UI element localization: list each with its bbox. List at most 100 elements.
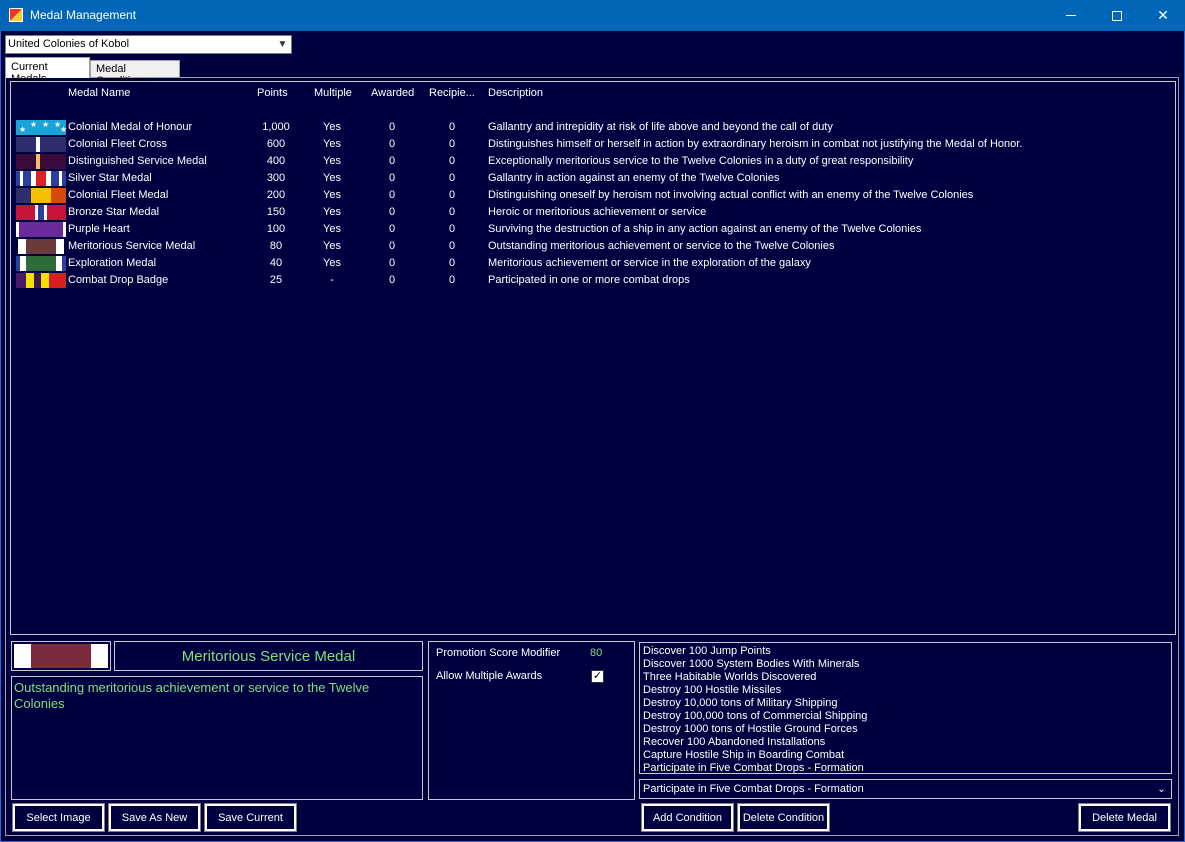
save-current-button[interactable]: Save Current — [204, 803, 297, 832]
minimize-button[interactable] — [1048, 0, 1094, 31]
close-button[interactable]: ✕ — [1140, 0, 1185, 31]
multiple-cell: Yes — [323, 155, 341, 167]
medal-name-cell: Meritorious Service Medal — [68, 240, 196, 252]
list-item[interactable]: Participate in Five Combat Drops - Forma… — [643, 762, 1168, 775]
multiple-cell: Yes — [323, 189, 341, 201]
chevron-down-icon[interactable]: ⌄ — [1154, 782, 1169, 797]
table-row[interactable]: Bronze Star Medal 150 Yes 0 0 Heroic or … — [11, 204, 1175, 221]
allow-multiple-checkbox[interactable]: ✓ — [591, 670, 604, 683]
list-item[interactable]: Discover 1000 System Bodies With Mineral… — [643, 658, 1168, 671]
selected-medal-name[interactable]: Meritorious Service Medal — [114, 641, 423, 671]
medal-name-cell: Silver Star Medal — [68, 172, 152, 184]
conditions-list[interactable]: Discover 100 Jump Points Discover 1000 S… — [639, 642, 1172, 774]
medal-ribbon — [16, 239, 66, 254]
condition-select-value: Participate in Five Combat Drops - Forma… — [643, 783, 864, 795]
list-item[interactable]: Destroy 100,000 tons of Commercial Shipp… — [643, 710, 1168, 723]
awarded-cell: 0 — [388, 240, 396, 252]
column-header-multiple[interactable]: Multiple — [314, 87, 352, 99]
medal-ribbon-image — [14, 644, 108, 668]
chevron-down-icon[interactable]: ▼ — [274, 36, 291, 53]
add-condition-button[interactable]: Add Condition — [641, 803, 734, 832]
recipients-cell: 0 — [448, 274, 456, 286]
medal-list[interactable]: Medal Name Points Multiple Awarded Recip… — [10, 81, 1176, 635]
recipients-cell: 0 — [448, 121, 456, 133]
select-image-button[interactable]: Select Image — [12, 803, 105, 832]
close-icon: ✕ — [1157, 7, 1169, 23]
list-item[interactable]: Destroy 100 Hostile Missiles — [643, 684, 1168, 697]
promotion-score-label: Promotion Score Modifier — [436, 647, 561, 659]
delete-medal-button[interactable]: Delete Medal — [1078, 803, 1171, 832]
recipients-cell: 0 — [448, 189, 456, 201]
list-item[interactable]: Three Habitable Worlds Discovered — [643, 671, 1168, 684]
medal-ribbon — [16, 273, 66, 288]
list-item[interactable]: Destroy 1000 tons of Hostile Ground Forc… — [643, 723, 1168, 736]
points-cell: 40 — [269, 257, 283, 269]
awarded-cell: 0 — [388, 172, 396, 184]
table-row[interactable]: Distinguished Service Medal 400 Yes 0 0 … — [11, 153, 1175, 170]
table-row[interactable]: Silver Star Medal 300 Yes 0 0 Gallantry … — [11, 170, 1175, 187]
multiple-cell: - — [330, 274, 334, 286]
points-cell: 300 — [266, 172, 286, 184]
maximize-button[interactable] — [1094, 0, 1140, 31]
points-cell: 150 — [266, 206, 286, 218]
recipients-cell: 0 — [448, 206, 456, 218]
description-cell: Heroic or meritorious achievement or ser… — [488, 206, 707, 218]
medal-ribbon — [16, 256, 66, 271]
points-cell: 200 — [266, 189, 286, 201]
recipients-cell: 0 — [448, 223, 456, 235]
medal-ribbon: ★ ★ ★ ★ ★ — [16, 120, 67, 135]
race-select[interactable]: United Colonies of Kobol ▼ — [5, 35, 292, 54]
minimize-icon — [1066, 15, 1076, 16]
allow-multiple-label: Allow Multiple Awards — [436, 670, 543, 682]
recipients-cell: 0 — [448, 138, 456, 150]
table-row[interactable]: Combat Drop Badge 25 - 0 0 Participated … — [11, 272, 1175, 289]
table-row[interactable]: Purple Heart 100 Yes 0 0 Surviving the d… — [11, 221, 1175, 238]
description-cell: Meritorious achievement or service in th… — [488, 257, 811, 269]
description-cell: Distinguishes himself or herself in acti… — [488, 138, 1023, 150]
recipients-cell: 0 — [448, 257, 456, 269]
column-header-description[interactable]: Description — [488, 87, 543, 99]
list-item[interactable]: Capture Hostile Ship in Boarding Combat — [643, 749, 1168, 762]
medal-ribbon — [16, 154, 66, 169]
medal-name-cell: Bronze Star Medal — [68, 206, 160, 218]
table-row[interactable]: Exploration Medal 40 Yes 0 0 Meritorious… — [11, 255, 1175, 272]
multiple-cell: Yes — [323, 206, 341, 218]
points-cell: 100 — [266, 223, 286, 235]
medal-name-cell: Colonial Fleet Cross — [68, 138, 168, 150]
description-cell: Exceptionally meritorious service to the… — [488, 155, 914, 167]
recipients-cell: 0 — [448, 240, 456, 252]
table-row[interactable]: ★ ★ ★ ★ ★ Colonial Medal of Honour 1,000 Yes… — [11, 119, 1175, 136]
condition-select[interactable]: Participate in Five Combat Drops - Forma… — [639, 779, 1172, 799]
list-item[interactable]: Discover 100 Jump Points — [643, 645, 1168, 658]
description-cell: Distinguishing oneself by heroism not in… — [488, 189, 974, 201]
save-as-new-button[interactable]: Save As New — [108, 803, 201, 832]
tab-current-medals[interactable]: Current Medals — [5, 57, 90, 85]
title-bar: Medal Management ✕ — [0, 0, 1185, 31]
tab-medal-conditions[interactable]: Medal Conditions — [90, 60, 180, 87]
medal-ribbon — [16, 137, 66, 152]
window-title: Medal Management — [30, 8, 137, 22]
points-cell: 600 — [266, 138, 286, 150]
multiple-cell: Yes — [323, 223, 341, 235]
points-cell: 400 — [266, 155, 286, 167]
multiple-cell: Yes — [323, 138, 341, 150]
column-header-awarded[interactable]: Awarded — [371, 87, 414, 99]
column-header-recipients[interactable]: Recipie... — [429, 87, 475, 99]
promotion-score-input[interactable]: 80 — [590, 647, 602, 659]
delete-condition-button[interactable]: Delete Condition — [737, 803, 830, 832]
maximize-icon — [1112, 10, 1122, 21]
table-row[interactable]: Colonial Fleet Cross 600 Yes 0 0 Disting… — [11, 136, 1175, 153]
description-cell: Gallantry and intrepidity at risk of lif… — [488, 121, 833, 133]
table-row[interactable]: Meritorious Service Medal 80 Yes 0 0 Out… — [11, 238, 1175, 255]
list-item[interactable]: Destroy 10,000 tons of Military Shipping — [643, 697, 1168, 710]
awarded-cell: 0 — [388, 138, 396, 150]
column-header-points[interactable]: Points — [257, 87, 288, 99]
description-cell: Gallantry in action against an enemy of … — [488, 172, 780, 184]
table-row[interactable]: Colonial Fleet Medal 200 Yes 0 0 Disting… — [11, 187, 1175, 204]
app-icon — [9, 8, 23, 22]
list-item[interactable]: Recover 100 Abandoned Installations — [643, 736, 1168, 749]
selected-medal-description[interactable]: Outstanding meritorious achievement or s… — [11, 676, 423, 800]
column-header-medal-name[interactable]: Medal Name — [68, 87, 130, 99]
medal-name-cell: Combat Drop Badge — [68, 274, 169, 286]
recipients-cell: 0 — [448, 155, 456, 167]
